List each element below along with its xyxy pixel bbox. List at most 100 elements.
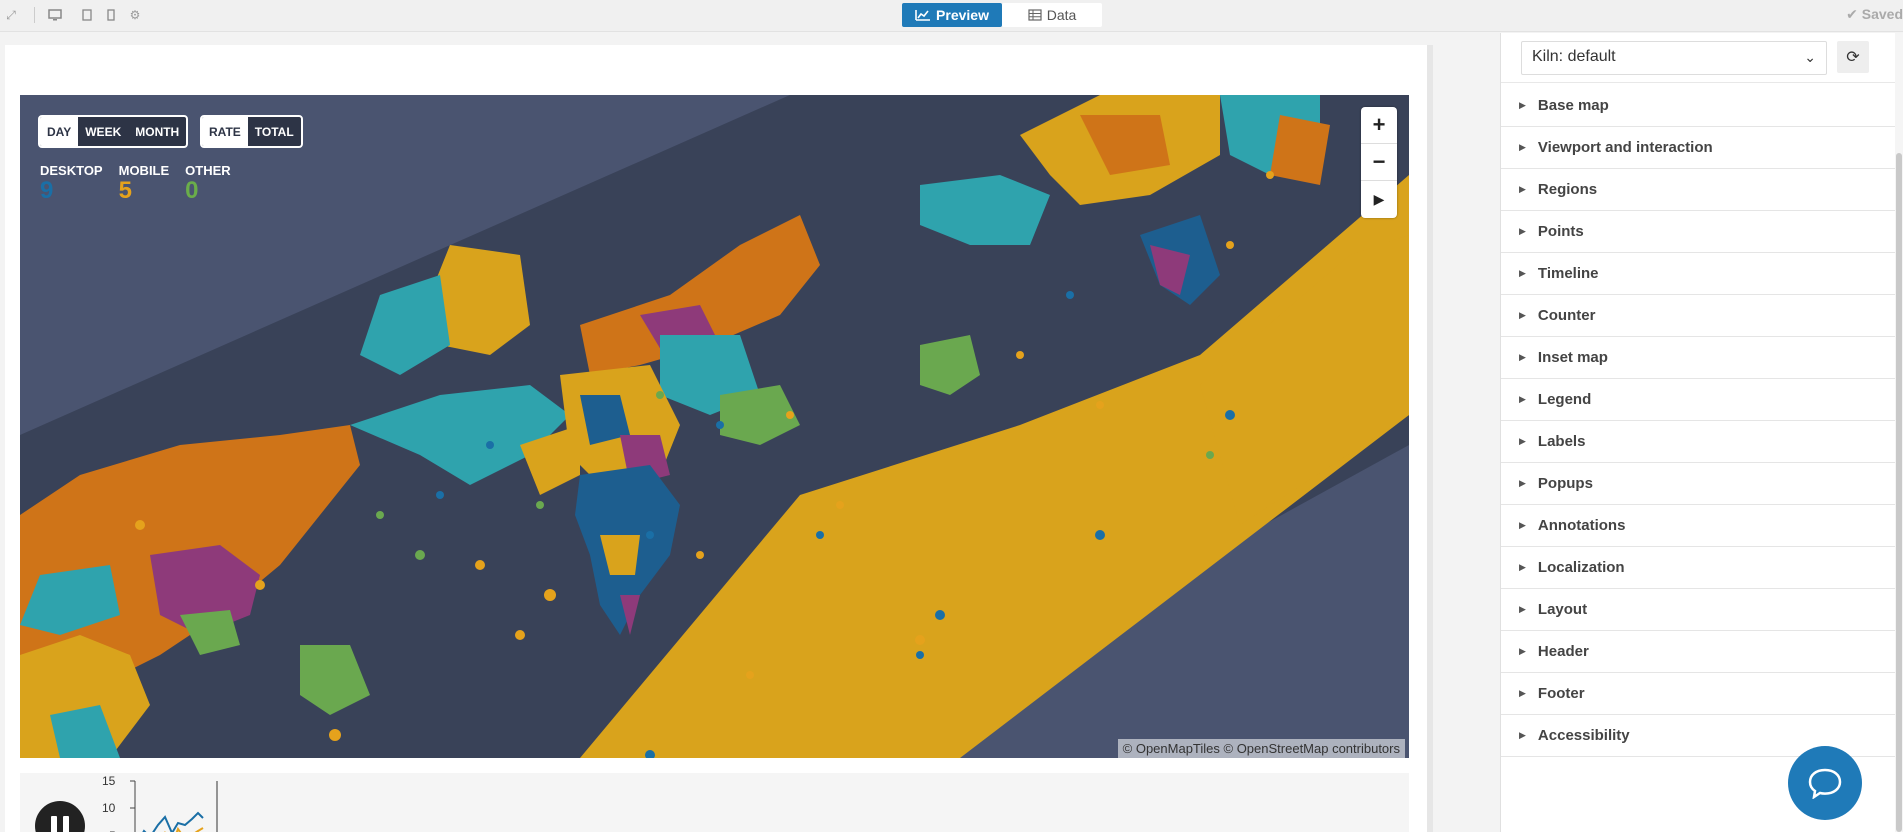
counters: DESKTOP 9 MOBILE 5 OTHER 0 bbox=[40, 163, 231, 204]
day-button[interactable]: DAY bbox=[40, 117, 79, 146]
caret-right-icon: ▶ bbox=[1519, 394, 1526, 404]
table-icon bbox=[1028, 9, 1042, 21]
caret-right-icon: ▶ bbox=[1519, 646, 1526, 656]
caret-right-icon: ▶ bbox=[1519, 520, 1526, 530]
scrollbar-thumb[interactable] bbox=[1896, 153, 1902, 832]
section-label: Counter bbox=[1537, 307, 1596, 324]
caret-right-icon: ▶ bbox=[1519, 184, 1526, 194]
section-counter[interactable]: ▶ Counter bbox=[1501, 295, 1896, 337]
section-label: Labels bbox=[1537, 433, 1586, 450]
section-labels[interactable]: ▶ Labels bbox=[1501, 421, 1896, 463]
caret-right-icon: ▶ bbox=[1519, 100, 1526, 110]
panel-scrollbar[interactable] bbox=[1895, 33, 1903, 832]
settings-panel: Kiln: default ⌄ ⟳ ▶ Base map ▶ Viewport an… bbox=[1500, 33, 1903, 832]
section-footer[interactable]: ▶ Footer bbox=[1501, 673, 1896, 715]
settings-sections: ▶ Base map ▶ Viewport and interaction ▶ Reg… bbox=[1501, 85, 1896, 757]
section-label: Localization bbox=[1537, 559, 1625, 576]
refresh-icon: ⟳ bbox=[1846, 49, 1860, 66]
section-header[interactable]: ▶ Header bbox=[1501, 631, 1896, 673]
section-label: Header bbox=[1537, 643, 1589, 660]
caret-right-icon: ▶ bbox=[1519, 268, 1526, 278]
chevron-down-icon: ⌄ bbox=[1804, 49, 1816, 65]
zoom-in-button[interactable]: + bbox=[1361, 107, 1397, 144]
month-button[interactable]: MONTH bbox=[128, 117, 186, 146]
saved-label: Saved bbox=[1861, 6, 1903, 22]
preview-area: DAY WEEK MONTH RATE TOTAL DESKTOP 9 MOBI… bbox=[0, 33, 1500, 832]
counter-value: 9 bbox=[40, 177, 54, 204]
pause-icon bbox=[63, 816, 69, 832]
zoom-controls: + − ▶ bbox=[1361, 107, 1397, 218]
section-popups[interactable]: ▶ Popups bbox=[1501, 463, 1896, 505]
section-points[interactable]: ▶ Points bbox=[1501, 211, 1896, 253]
section-timeline[interactable]: ▶ Timeline bbox=[1501, 253, 1896, 295]
section-label: Inset map bbox=[1537, 349, 1608, 366]
y-tick: 10 bbox=[102, 801, 116, 815]
caret-right-icon: ▶ bbox=[1519, 478, 1526, 488]
desktop-icon[interactable] bbox=[48, 8, 62, 22]
reset-view-button[interactable]: ▶ bbox=[1361, 181, 1397, 218]
chart-icon bbox=[915, 10, 931, 21]
preview-divider[interactable] bbox=[1427, 45, 1433, 832]
caret-right-icon: ▶ bbox=[1519, 436, 1526, 446]
zoom-out-button[interactable]: − bbox=[1361, 144, 1397, 181]
rate-button[interactable]: RATE bbox=[202, 117, 248, 146]
tablet-icon[interactable] bbox=[80, 8, 94, 22]
caret-right-icon: ▶ bbox=[1519, 310, 1526, 320]
kiln-select[interactable]: Kiln: default ⌄ bbox=[1521, 41, 1827, 75]
section-label: Popups bbox=[1537, 475, 1593, 492]
preview-tab-label: Preview bbox=[936, 7, 989, 23]
caret-right-icon: ▶ bbox=[1519, 226, 1526, 236]
week-button[interactable]: WEEK bbox=[78, 117, 128, 146]
section-inset-map[interactable]: ▶ Inset map bbox=[1501, 337, 1896, 379]
timeline-chart bbox=[130, 780, 218, 832]
section-label: Annotations bbox=[1537, 517, 1626, 534]
data-tab[interactable]: Data bbox=[1002, 3, 1102, 27]
pause-icon bbox=[51, 816, 57, 832]
expand-icon[interactable]: ⤢ bbox=[4, 8, 18, 22]
check-icon: ✔ bbox=[1846, 6, 1858, 22]
counter-label: DESKTOP bbox=[40, 163, 103, 178]
data-tab-label: Data bbox=[1046, 7, 1077, 23]
mobile-icon[interactable] bbox=[104, 8, 118, 22]
total-button[interactable]: TOTAL bbox=[248, 117, 301, 146]
preview-tab[interactable]: Preview bbox=[902, 3, 1002, 27]
section-base-map[interactable]: ▶ Base map bbox=[1501, 85, 1896, 127]
counter-mobile: MOBILE 5 bbox=[119, 163, 170, 204]
section-legend[interactable]: ▶ Legend bbox=[1501, 379, 1896, 421]
top-toolbar: ⤢ ⚙ Preview Data ✔ Saved bbox=[0, 0, 1903, 32]
y-tick: 15 bbox=[102, 774, 116, 788]
chat-bubble-icon bbox=[1808, 768, 1842, 799]
saved-status: ✔ Saved bbox=[1846, 6, 1903, 23]
caret-right-icon: ▶ bbox=[1519, 730, 1526, 740]
caret-right-icon: ▶ bbox=[1519, 688, 1526, 698]
section-viewport[interactable]: ▶ Viewport and interaction bbox=[1501, 127, 1896, 169]
gear-icon[interactable]: ⚙ bbox=[128, 8, 142, 22]
help-chat-button[interactable] bbox=[1788, 746, 1862, 820]
caret-right-icon: ▶ bbox=[1519, 562, 1526, 572]
refresh-button[interactable]: ⟳ bbox=[1837, 41, 1869, 73]
section-annotations[interactable]: ▶ Annotations bbox=[1501, 505, 1896, 547]
counter-label: OTHER bbox=[185, 163, 231, 178]
section-label: Timeline bbox=[1537, 265, 1599, 282]
section-label: Base map bbox=[1537, 97, 1609, 114]
section-regions[interactable]: ▶ Regions bbox=[1501, 169, 1896, 211]
caret-right-icon: ▶ bbox=[1519, 142, 1526, 152]
counter-value: 5 bbox=[118, 177, 132, 204]
world-map[interactable]: DAY WEEK MONTH RATE TOTAL DESKTOP 9 MOBI… bbox=[20, 95, 1409, 758]
caret-right-icon: ▶ bbox=[1519, 352, 1526, 362]
timeline[interactable]: 15 10 5 0 bbox=[20, 773, 1409, 832]
section-label: Footer bbox=[1537, 685, 1585, 702]
section-label: Regions bbox=[1537, 181, 1598, 198]
section-label: Layout bbox=[1537, 601, 1588, 618]
section-localization[interactable]: ▶ Localization bbox=[1501, 547, 1896, 589]
section-layout[interactable]: ▶ Layout bbox=[1501, 589, 1896, 631]
counter-value: 0 bbox=[185, 177, 199, 204]
counter-desktop: DESKTOP 9 bbox=[40, 163, 103, 204]
section-label: Legend bbox=[1537, 391, 1592, 408]
kiln-select-value: Kiln: default bbox=[1532, 48, 1616, 65]
section-label: Points bbox=[1537, 223, 1584, 240]
caret-right-icon: ▶ bbox=[1519, 604, 1526, 614]
time-range-toggle: DAY WEEK MONTH bbox=[38, 115, 189, 148]
map-attribution: © OpenMapTiles © OpenStreetMap contribut… bbox=[1117, 739, 1405, 758]
mode-toggle: RATE TOTAL bbox=[200, 115, 303, 148]
